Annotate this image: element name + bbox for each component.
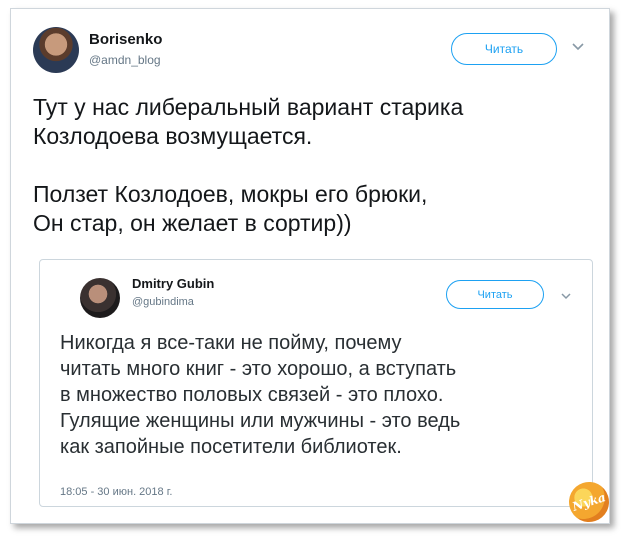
tweet-text: Тут у нас либеральный вариант старика Ко… bbox=[33, 94, 464, 236]
quoted-tweet[interactable]: Dmitry Gubin @gubindima Читать Никогда я… bbox=[39, 259, 593, 507]
follow-button[interactable]: Читать bbox=[446, 280, 544, 309]
tweet-card: Borisenko @amdn_blog Читать Тут у нас ли… bbox=[10, 8, 615, 528]
quoted-author-handle[interactable]: @gubindima bbox=[132, 296, 194, 308]
author-name[interactable]: Borisenko bbox=[89, 31, 162, 48]
chevron-down-icon[interactable] bbox=[560, 288, 574, 302]
quoted-author-name[interactable]: Dmitry Gubin bbox=[132, 276, 214, 291]
follow-button[interactable]: Читать bbox=[451, 33, 557, 65]
avatar[interactable] bbox=[33, 27, 79, 73]
tweet-timestamp[interactable]: 18:05 - 30 июн. 2018 г. bbox=[60, 486, 172, 498]
avatar[interactable] bbox=[80, 278, 120, 318]
chevron-down-icon[interactable] bbox=[571, 39, 587, 55]
quoted-tweet-text: Никогда я все-таки не пойму, почему чита… bbox=[60, 332, 461, 458]
author-handle[interactable]: @amdn_blog bbox=[89, 53, 161, 67]
